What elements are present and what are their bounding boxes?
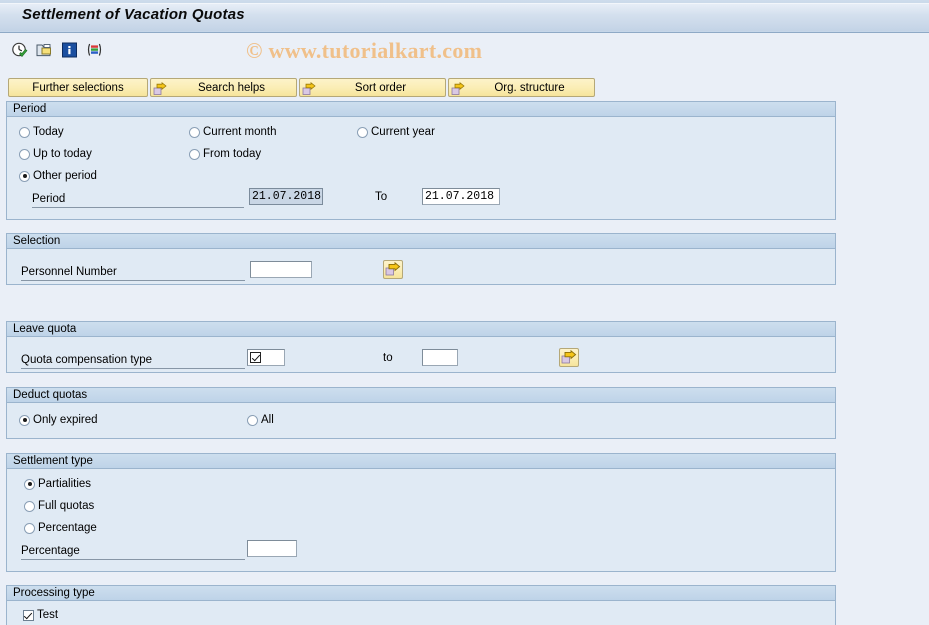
- selection-group-header: Selection: [7, 234, 835, 249]
- radio-dot: [357, 126, 368, 138]
- period-field-label: Period: [32, 192, 244, 208]
- leave-quota-group-header: Leave quota: [7, 322, 835, 337]
- radio-full-quotas-label: Full quotas: [38, 500, 95, 512]
- period-from-input[interactable]: 21.07.2018: [249, 188, 323, 205]
- quota-compensation-type-label: Quota compensation type: [21, 353, 245, 369]
- period-group-header: Period: [7, 102, 835, 117]
- period-to-input[interactable]: 21.07.2018: [422, 188, 500, 205]
- settlement-type-group-body: Partialities Full quotas Percentage Perc…: [7, 469, 835, 571]
- radio-current-month[interactable]: Current month: [189, 126, 277, 138]
- checked-checkbox-icon: [250, 352, 261, 363]
- percentage-field-label: Percentage: [21, 544, 245, 560]
- processing-type-group-body: Test: [7, 601, 835, 625]
- radio-dot: [247, 414, 258, 426]
- further-selections-label: Further selections: [32, 81, 124, 94]
- period-to-label: To: [375, 191, 388, 203]
- radio-today[interactable]: Today: [19, 126, 64, 138]
- radio-current-month-label: Current month: [203, 126, 277, 138]
- radio-from-today-label: From today: [203, 148, 262, 160]
- window-title-bar: Settlement of Vacation Quotas: [0, 0, 929, 33]
- search-helps-button[interactable]: Search helps: [150, 78, 297, 97]
- percentage-input[interactable]: [247, 540, 297, 557]
- radio-only-expired[interactable]: Only expired: [19, 414, 98, 426]
- radio-current-year-label: Current year: [371, 126, 435, 138]
- selection-group: Selection Personnel Number: [6, 233, 836, 285]
- quota-compensation-type-input[interactable]: [247, 349, 285, 366]
- radio-from-today[interactable]: From today: [189, 148, 261, 160]
- radio-full-quotas[interactable]: Full quotas: [24, 500, 94, 512]
- radio-today-label: Today: [33, 126, 64, 138]
- radio-dot: [19, 414, 30, 426]
- radio-dot: [19, 170, 30, 182]
- period-group-body: Today Current month Current year Up to t…: [7, 117, 835, 219]
- radio-other-period-label: Other period: [33, 170, 97, 182]
- radio-all[interactable]: All: [247, 414, 274, 426]
- personnel-number-input[interactable]: [250, 261, 312, 278]
- multiple-selection-icon[interactable]: [86, 42, 103, 59]
- radio-up-to-today-label: Up to today: [33, 148, 92, 160]
- radio-dot: [189, 148, 200, 160]
- checkbox-test-label: Test: [37, 609, 59, 621]
- radio-up-to-today[interactable]: Up to today: [19, 148, 92, 160]
- leave-quota-to-label: to: [383, 352, 393, 364]
- selection-button-row: Further selections Search helps Sort ord…: [8, 78, 597, 97]
- radio-dot: [19, 148, 30, 160]
- settlement-type-group-header: Settlement type: [7, 454, 835, 469]
- checkbox-test[interactable]: Test: [23, 609, 58, 621]
- radio-only-expired-label: Only expired: [33, 414, 98, 426]
- radio-dot: [24, 478, 35, 490]
- processing-type-group: Processing type Test: [6, 585, 836, 625]
- sort-order-button[interactable]: Sort order: [299, 78, 446, 97]
- radio-other-period[interactable]: Other period: [19, 170, 97, 182]
- radio-all-label: All: [261, 414, 274, 426]
- watermark-text: © www.tutorialkart.com: [246, 38, 483, 63]
- deduct-quotas-group-header: Deduct quotas: [7, 388, 835, 403]
- page-title: Settlement of Vacation Quotas: [22, 6, 245, 23]
- radio-dot: [24, 500, 35, 512]
- further-selections-button[interactable]: Further selections: [8, 78, 148, 97]
- checkbox-box: [23, 609, 34, 621]
- radio-partialities-label: Partialities: [38, 478, 92, 490]
- org-structure-label: Org. structure: [494, 81, 565, 94]
- radio-dot: [19, 126, 30, 138]
- arrow-right-icon: [302, 81, 316, 95]
- search-helps-label: Search helps: [197, 81, 266, 94]
- radio-dot: [189, 126, 200, 138]
- deduct-quotas-group-body: Only expired All: [7, 403, 835, 438]
- leave-quota-multi-select-button[interactable]: [559, 348, 579, 367]
- personnel-number-multi-select-button[interactable]: [383, 260, 403, 279]
- info-icon[interactable]: [61, 42, 78, 59]
- deduct-quotas-group: Deduct quotas Only expired All: [6, 387, 836, 439]
- settlement-type-group: Settlement type Partialities Full quotas…: [6, 453, 836, 572]
- period-group: Period Today Current month Current year …: [6, 101, 836, 220]
- radio-dot: [24, 522, 35, 534]
- radio-percentage-label: Percentage: [38, 522, 97, 534]
- quota-compensation-to-input[interactable]: [422, 349, 458, 366]
- radio-percentage[interactable]: Percentage: [24, 522, 97, 534]
- radio-partialities[interactable]: Partialities: [24, 478, 91, 490]
- arrow-right-icon: [153, 81, 167, 95]
- radio-current-year[interactable]: Current year: [357, 126, 435, 138]
- arrow-right-icon: [451, 81, 465, 95]
- copy-variant-icon[interactable]: [36, 42, 53, 59]
- org-structure-button[interactable]: Org. structure: [448, 78, 595, 97]
- selection-group-body: Personnel Number: [7, 249, 835, 284]
- leave-quota-group: Leave quota Quota compensation type to: [6, 321, 836, 373]
- leave-quota-group-body: Quota compensation type to: [7, 337, 835, 372]
- processing-type-group-header: Processing type: [7, 586, 835, 601]
- personnel-number-label: Personnel Number: [21, 265, 245, 281]
- execute-clock-icon[interactable]: [11, 42, 28, 59]
- sort-order-label: Sort order: [354, 81, 407, 94]
